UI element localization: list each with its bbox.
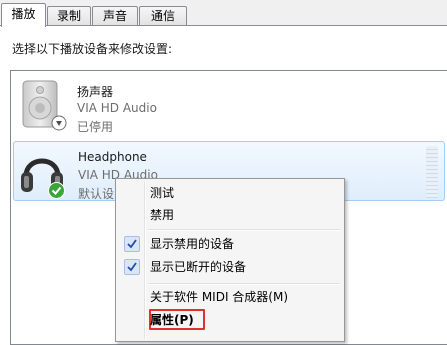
device-status: 已停用 [77, 120, 114, 134]
menu-separator [148, 283, 340, 285]
tab-communications[interactable]: 通信 [139, 6, 187, 25]
device-status: 默认设 [78, 187, 115, 201]
checkmark-icon [124, 259, 140, 275]
menu-item-label: 关于软件 MIDI 合成器(M) [150, 290, 289, 304]
context-menu: 测试 禁用 显示禁用的设备 显示已断开的设备 关于软件 MIDI 合成器(M) … [115, 178, 345, 342]
menu-item-label: 属性(P) [150, 313, 194, 327]
device-name: 扬声器 [77, 85, 114, 99]
tab-sounds[interactable]: 声音 [92, 6, 138, 25]
menu-item-label: 测试 [150, 186, 175, 200]
tab-label: 声音 [102, 9, 127, 23]
default-check-icon [48, 182, 65, 199]
menu-item-show-disabled-devices[interactable]: 显示禁用的设备 [118, 233, 342, 255]
menu-separator [148, 229, 340, 231]
device-name: Headphone [78, 150, 147, 164]
tab-label: 播放 [11, 7, 36, 21]
disabled-down-arrow-icon [51, 115, 67, 131]
menu-item-test[interactable]: 测试 [118, 182, 342, 204]
menu-item-label: 禁用 [150, 208, 175, 222]
menu-item-about-midi-synth[interactable]: 关于软件 MIDI 合成器(M) [118, 286, 342, 308]
device-driver: VIA HD Audio [77, 101, 157, 115]
checkmark-icon [124, 236, 140, 252]
tab-playback[interactable]: 播放 [1, 3, 46, 27]
tab-bar: 播放 录制 声音 通信 [0, 0, 447, 27]
menu-item-label: 显示禁用的设备 [150, 237, 235, 251]
device-item-speaker[interactable]: 扬声器 VIA HD Audio 已停用 [13, 75, 445, 135]
menu-item-show-disconnected-devices[interactable]: 显示已断开的设备 [118, 256, 342, 278]
menu-item-properties[interactable]: 属性(P) [118, 309, 342, 331]
tab-recording[interactable]: 录制 [47, 6, 91, 25]
tab-label: 录制 [56, 9, 81, 23]
menu-item-disable[interactable]: 禁用 [118, 204, 342, 226]
instruction-text: 选择以下播放设备来修改设置: [12, 42, 173, 56]
volume-level-meter [426, 146, 438, 198]
tab-label: 通信 [150, 9, 175, 23]
menu-item-label: 显示已断开的设备 [150, 260, 247, 274]
